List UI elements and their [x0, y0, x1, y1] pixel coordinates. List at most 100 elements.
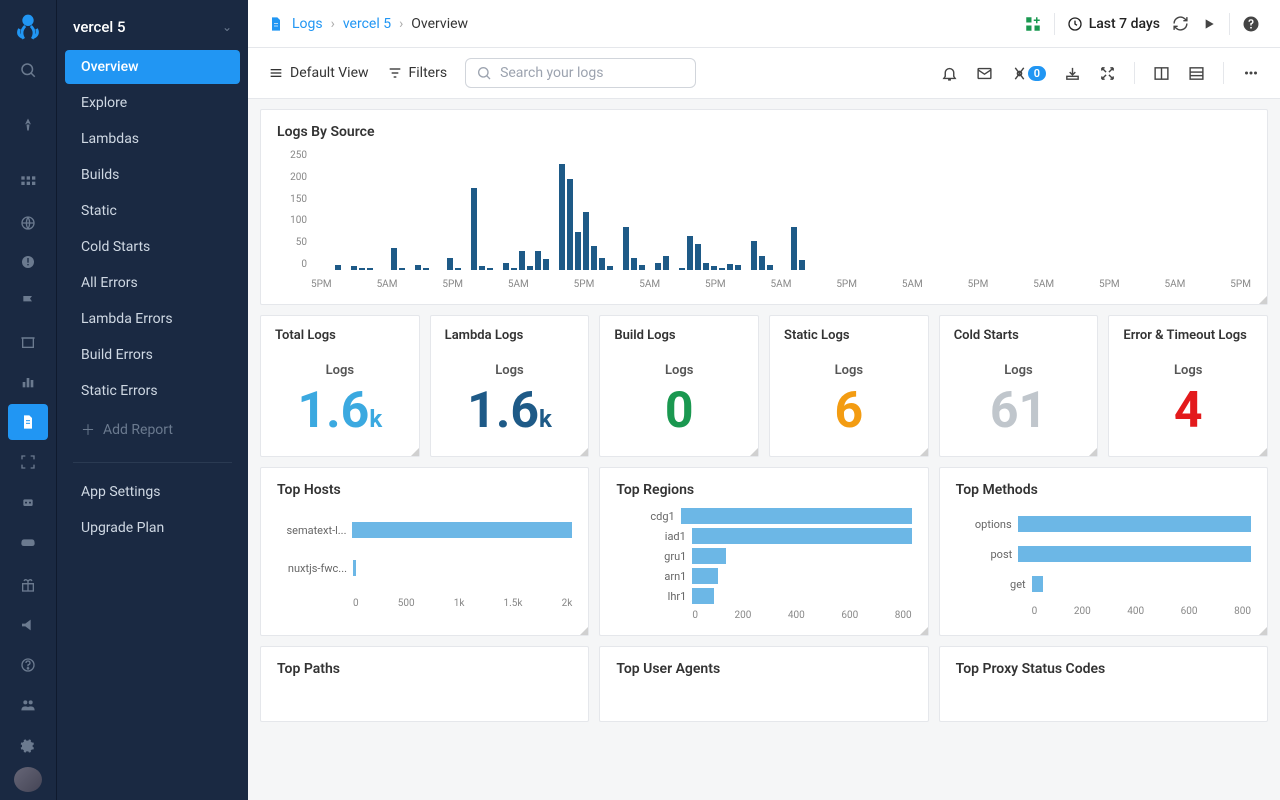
search-icon[interactable]	[8, 52, 48, 88]
list-icon[interactable]	[1188, 65, 1205, 82]
globe-icon[interactable]	[8, 205, 48, 241]
help-icon[interactable]	[1242, 15, 1260, 33]
resize-handle[interactable]	[411, 448, 419, 456]
archive-icon[interactable]	[8, 324, 48, 360]
sidebar-item-overview[interactable]: Overview	[65, 50, 240, 84]
stat-card: Cold Starts Logs 61	[939, 315, 1099, 457]
sidebar-item-lambda-errors[interactable]: Lambda Errors	[65, 302, 240, 336]
add-report-button[interactable]: ＋ Add Report	[65, 410, 240, 450]
sidebar-item-all-errors[interactable]: All Errors	[65, 266, 240, 300]
resize-handle[interactable]	[1259, 296, 1267, 304]
gift-icon[interactable]	[8, 568, 48, 604]
resize-handle[interactable]	[1259, 448, 1267, 456]
resize-handle[interactable]	[920, 627, 928, 635]
bar-label: nuxtjs-fwc...	[277, 562, 347, 575]
stat-title: Error & Timeout Logs	[1123, 328, 1253, 343]
panel-title: Top Proxy Status Codes	[956, 661, 1251, 677]
sidebar-item-lambdas[interactable]: Lambdas	[65, 122, 240, 156]
panel-top-methods: Top Methods optionspostget 0200400600800	[939, 467, 1268, 636]
plus-icon: ＋	[81, 420, 95, 440]
time-range-selector[interactable]: Last 7 days	[1067, 16, 1160, 32]
apps-icon[interactable]	[8, 165, 48, 201]
resize-handle[interactable]	[1089, 448, 1097, 456]
anomaly-icon[interactable]: 0	[1011, 65, 1046, 82]
bar	[692, 568, 718, 584]
document-icon	[268, 16, 284, 32]
breadcrumb-project[interactable]: vercel 5	[343, 16, 391, 32]
default-view-button[interactable]: Default View	[268, 65, 369, 81]
search-input[interactable]	[500, 65, 685, 81]
sidebar-item-build-errors[interactable]: Build Errors	[65, 338, 240, 372]
breadcrumb-logs[interactable]: Logs	[292, 16, 323, 32]
panel-title: Top Methods	[956, 482, 1251, 498]
team-icon[interactable]	[8, 687, 48, 723]
main: Logs › vercel 5 › Overview Last 7 days D…	[248, 0, 1280, 800]
download-icon[interactable]	[1064, 65, 1081, 82]
divider	[73, 462, 232, 463]
sidebar-upgrade-plan[interactable]: Upgrade Plan	[65, 511, 240, 545]
sidebar-item-static[interactable]: Static	[65, 194, 240, 228]
add-widget-icon[interactable]	[1024, 15, 1042, 33]
mail-icon[interactable]	[976, 65, 993, 82]
stat-label: Logs	[614, 363, 744, 378]
app-logo[interactable]	[8, 8, 48, 44]
nav-rail	[0, 0, 56, 800]
chevron-right-icon: ›	[331, 16, 335, 32]
gear-icon[interactable]	[8, 727, 48, 763]
resize-handle[interactable]	[920, 448, 928, 456]
divider	[1134, 62, 1135, 84]
stat-card: Total Logs Logs 1.6k	[260, 315, 420, 457]
refresh-icon[interactable]	[1172, 15, 1189, 32]
bot-icon[interactable]	[8, 484, 48, 520]
panel-top-user-agents: Top User Agents	[599, 646, 928, 722]
rocket-icon[interactable]	[8, 108, 48, 144]
anomaly-badge: 0	[1028, 66, 1046, 81]
bar	[681, 508, 912, 524]
search-box[interactable]	[465, 58, 696, 88]
panel-title: Logs By Source	[277, 124, 1251, 140]
game-icon[interactable]	[8, 524, 48, 560]
filters-button[interactable]: Filters	[387, 65, 448, 81]
document-icon[interactable]	[8, 404, 48, 440]
resize-handle[interactable]	[1259, 627, 1267, 635]
filter-icon	[387, 65, 403, 81]
stat-value: 0	[614, 386, 744, 436]
bar	[692, 548, 725, 564]
panel-title: Top Hosts	[277, 482, 572, 498]
default-view-label: Default View	[290, 65, 369, 81]
avatar[interactable]	[14, 767, 42, 792]
panel-top-proxy-status: Top Proxy Status Codes	[939, 646, 1268, 722]
columns-icon[interactable]	[1153, 65, 1170, 82]
dashboard-content: Logs By Source 250200150100500 5PM5AM5PM…	[248, 99, 1280, 800]
flag-icon[interactable]	[8, 284, 48, 320]
divider	[1229, 13, 1230, 35]
sidebar-item-cold-starts[interactable]: Cold Starts	[65, 230, 240, 264]
sidebar-project-selector[interactable]: vercel 5 ⌄	[57, 8, 248, 50]
expand-icon[interactable]	[1099, 65, 1116, 82]
resize-handle[interactable]	[580, 627, 588, 635]
bell-icon[interactable]	[941, 65, 958, 82]
stat-value: 1.6k	[275, 386, 405, 436]
chart-icon[interactable]	[8, 364, 48, 400]
help-icon[interactable]	[8, 647, 48, 683]
resize-handle[interactable]	[580, 448, 588, 456]
stat-cards-row: Total Logs Logs 1.6k Lambda Logs Logs 1.…	[260, 315, 1268, 457]
megaphone-icon[interactable]	[8, 607, 48, 643]
alert-icon[interactable]	[8, 245, 48, 281]
more-icon[interactable]	[1242, 64, 1260, 82]
resize-handle[interactable]	[750, 448, 758, 456]
stat-value: 61	[954, 386, 1084, 436]
panel-top-regions: Top Regions cdg1iad1gru1arn1lhr1 0200400…	[599, 467, 928, 636]
sidebar-app-settings[interactable]: App Settings	[65, 475, 240, 509]
stat-title: Lambda Logs	[445, 328, 575, 343]
sidebar-item-static-errors[interactable]: Static Errors	[65, 374, 240, 408]
sidebar-item-explore[interactable]: Explore	[65, 86, 240, 120]
stat-value: 4	[1123, 386, 1253, 436]
stat-card: Build Logs Logs 0	[599, 315, 759, 457]
stat-value: 1.6k	[445, 386, 575, 436]
play-icon[interactable]	[1201, 16, 1217, 32]
sidebar-item-builds[interactable]: Builds	[65, 158, 240, 192]
bar-label: get	[956, 578, 1026, 591]
panel-title: Top Regions	[616, 482, 911, 498]
fullscreen-icon[interactable]	[8, 444, 48, 480]
